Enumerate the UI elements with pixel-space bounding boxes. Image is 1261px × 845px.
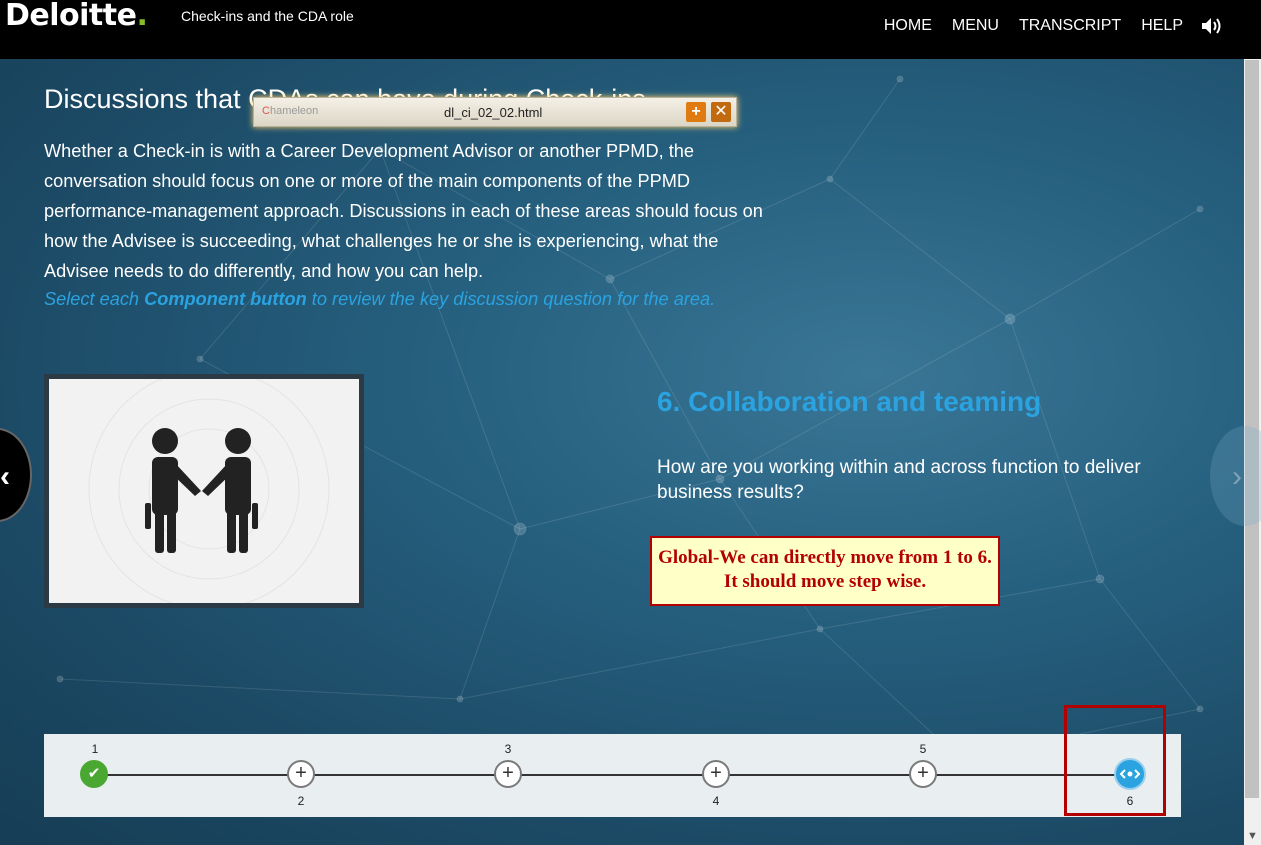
deloitte-logo: Deloitte. [5, 0, 148, 33]
component-question: How are you working within and across fu… [657, 457, 1141, 503]
step-3-number: 3 [504, 742, 512, 756]
step-4-number: 4 [712, 794, 720, 808]
step-4-button[interactable]: + [702, 760, 730, 788]
step-2-button[interactable]: + [287, 760, 315, 788]
plus-icon: + [295, 762, 307, 784]
course-title: Check-ins and the CDA role [181, 8, 354, 24]
step-1-number: 1 [91, 742, 99, 756]
nav-transcript[interactable]: TRANSCRIPT [1019, 17, 1121, 35]
chevron-left-icon[interactable]: ‹ [0, 460, 10, 494]
chameleon-logo: Chameleon [262, 105, 319, 117]
chevron-right-icon[interactable]: › [1232, 460, 1242, 494]
handshake-icon [88, 368, 330, 610]
step-5-number: 5 [919, 742, 927, 756]
step-1-button[interactable]: ✔ [80, 760, 108, 788]
checkmark-icon: ✔ [87, 765, 101, 782]
step-5-button[interactable]: + [909, 760, 937, 788]
plus-icon: + [917, 762, 929, 784]
timeline-track [94, 774, 1130, 776]
step-2-number: 2 [297, 794, 305, 808]
scroll-down-icon[interactable]: ▼ [1244, 828, 1261, 845]
plus-icon: + [502, 762, 514, 784]
popup-close-button[interactable]: ✕ [711, 102, 731, 122]
step-3-button[interactable]: + [494, 760, 522, 788]
nav-help[interactable]: HELP [1141, 17, 1183, 35]
app-header: Deloitte. Check-ins and the CDA role HOM… [0, 0, 1261, 59]
instruction-text: Select each Component button to review t… [44, 289, 716, 309]
top-nav: HOME MENU TRANSCRIPT HELP [864, 17, 1223, 35]
plus-icon: + [710, 762, 722, 784]
popup-title: dl_ci_02_02.html [444, 105, 543, 120]
speaker-icon[interactable] [1201, 17, 1223, 35]
review-highlight-box [1064, 705, 1166, 816]
chameleon-popup: Chameleon dl_ci_02_02.html + ✕ [253, 97, 737, 127]
handshake-image [44, 368, 364, 610]
component-title: 6. Collaboration and teaming [657, 386, 1042, 417]
intro-paragraph: Whether a Check-in is with a Career Deve… [44, 141, 763, 281]
nav-menu[interactable]: MENU [952, 17, 999, 35]
popup-add-button[interactable]: + [686, 102, 706, 122]
review-annotation-note: Global-We can directly move from 1 to 6.… [650, 536, 1000, 606]
nav-home[interactable]: HOME [884, 17, 932, 35]
